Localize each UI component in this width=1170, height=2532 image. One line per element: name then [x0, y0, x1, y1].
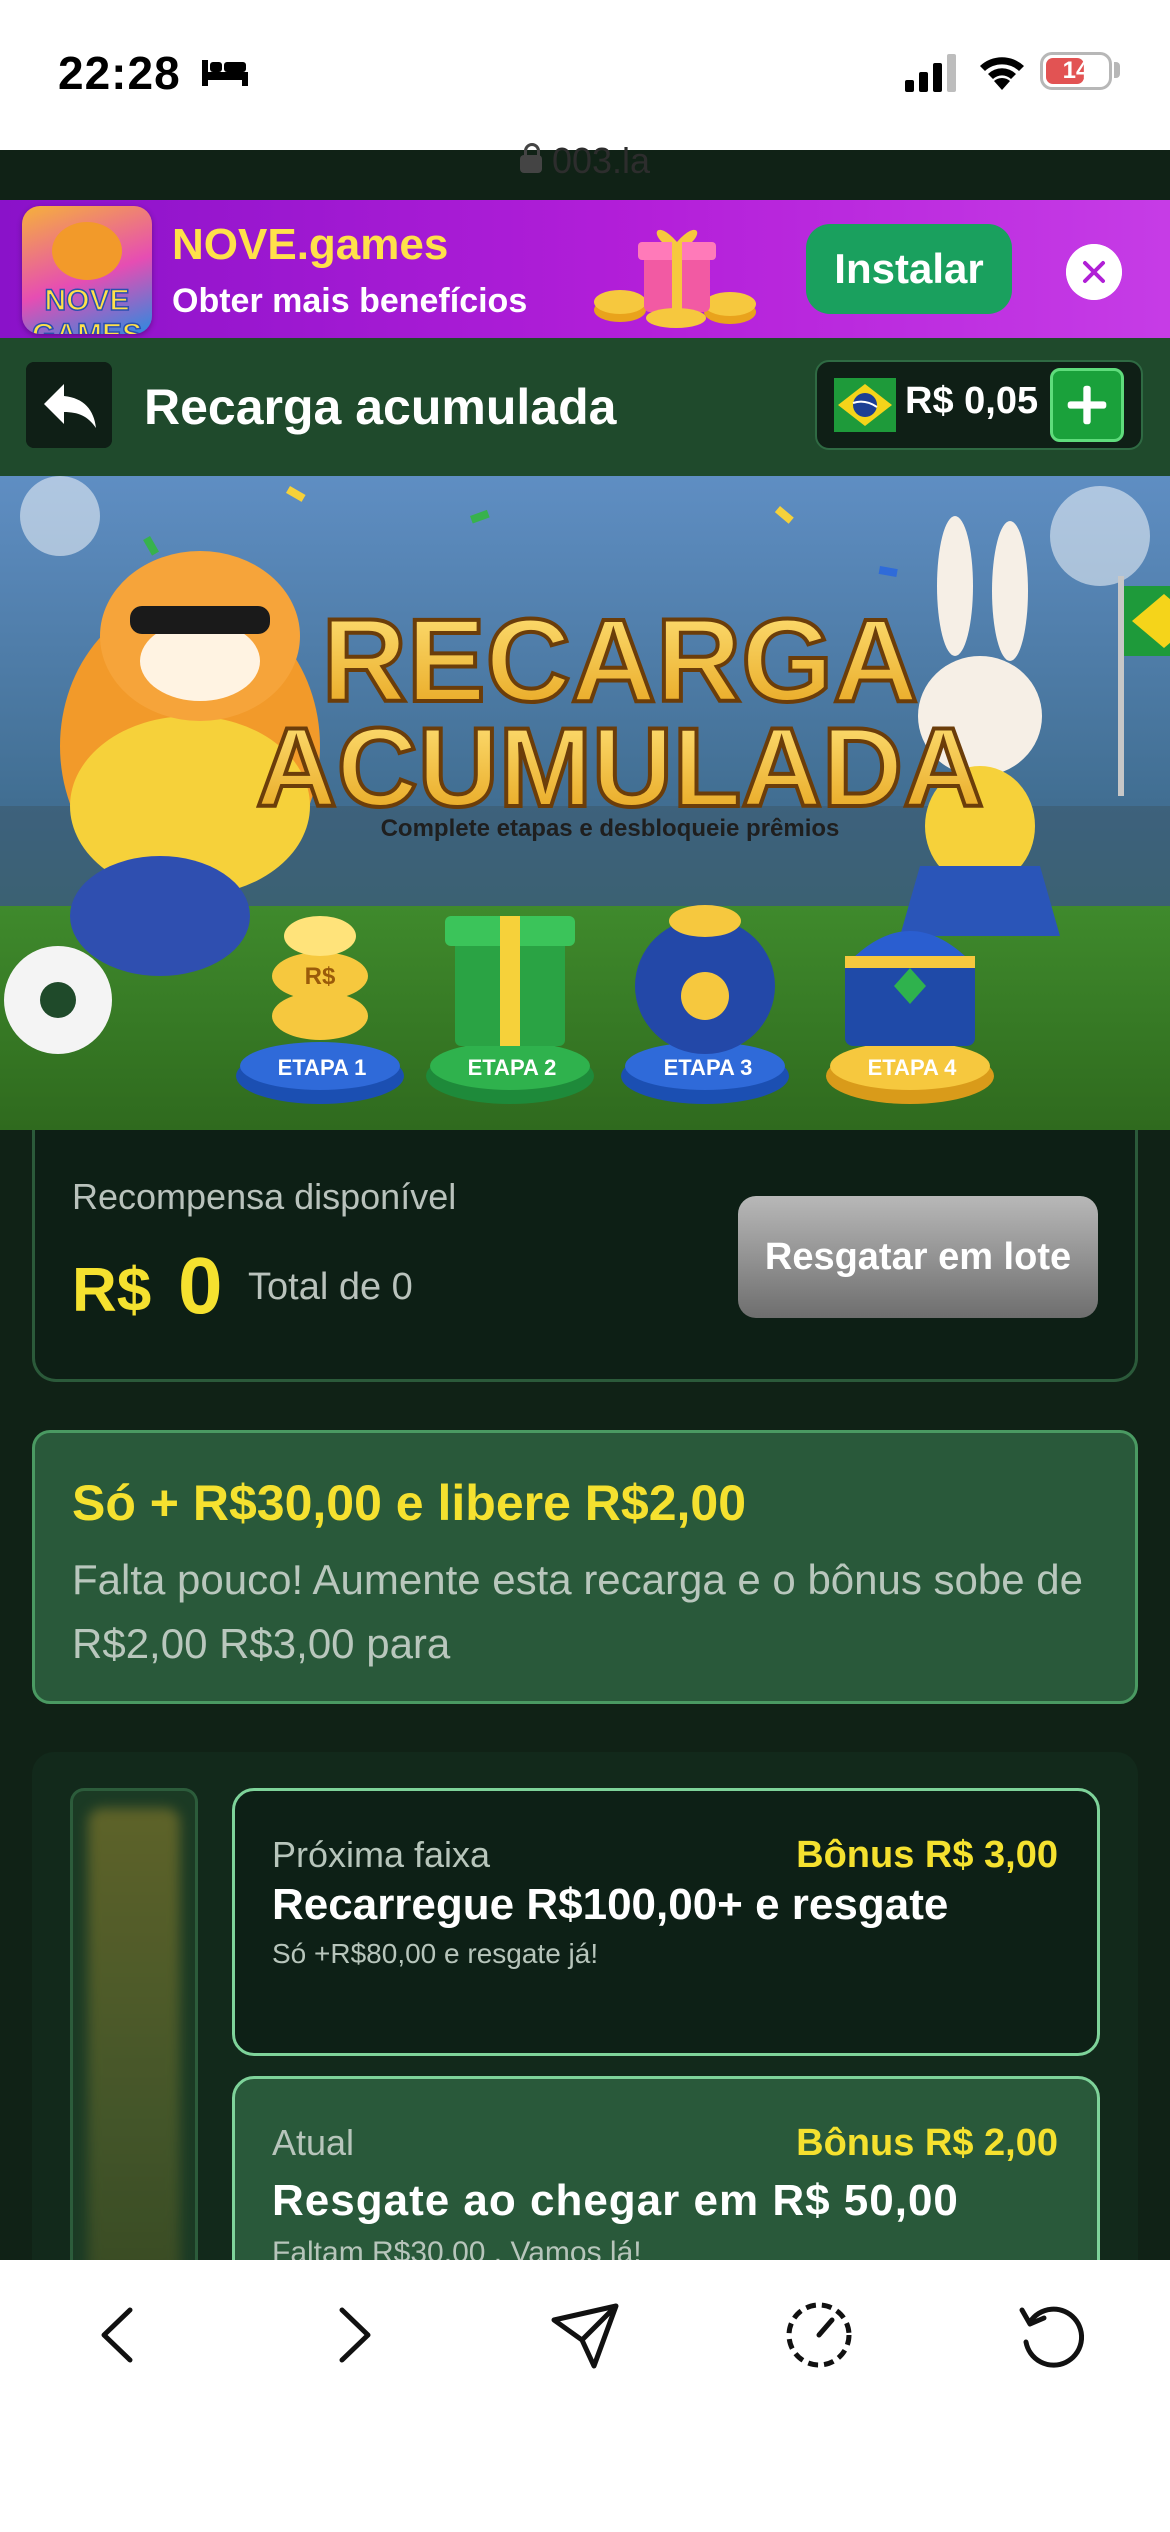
- chevron-left-icon[interactable]: [74, 2290, 164, 2380]
- stage-4-label: ETAPA 4: [868, 1055, 958, 1080]
- tier-title: Resgate ao chegar em R$ 50,00: [272, 2176, 959, 2225]
- promo-subtitle: Falta pouco! Aumente esta recarga e o bô…: [72, 1556, 1084, 1667]
- hero-illustration: RECARGA ACUMULADA Complete etapas e desb…: [0, 476, 1170, 1130]
- back-arrow-icon[interactable]: [26, 362, 112, 448]
- tier-hint: Só +R$80,00 e resgate já!: [272, 1938, 599, 1969]
- promo-title: Só + R$30,00 e libere R$2,00: [72, 1475, 747, 1531]
- reward-amount: 0: [178, 1241, 223, 1330]
- chevron-right-icon[interactable]: [308, 2290, 398, 2380]
- reward-label: Recompensa disponível: [72, 1176, 457, 1217]
- battery-icon: 14: [1040, 52, 1112, 90]
- coin-mark: R$: [305, 963, 336, 990]
- reward-currency: R$: [72, 1256, 152, 1325]
- reward-total: Total de 0: [248, 1266, 413, 1308]
- plus-icon[interactable]: [1050, 368, 1124, 442]
- page-title: Recarga acumulada: [144, 379, 617, 435]
- cellular-signal-icon: [905, 54, 956, 92]
- banner-tagline: Obter mais benefícios: [172, 282, 528, 320]
- battery-level: 14: [1062, 57, 1090, 84]
- hero-subtitle: Complete etapas e desbloqueie prêmios: [381, 815, 840, 842]
- close-icon[interactable]: [1066, 244, 1122, 300]
- stage-3-label: ETAPA 3: [664, 1055, 753, 1080]
- history-icon[interactable]: [774, 2290, 864, 2380]
- balance-amount: R$ 0,05: [905, 380, 1039, 422]
- stage-2-label: ETAPA 2: [468, 1055, 557, 1080]
- app-logo: NOVE GAMES: [22, 206, 152, 334]
- lock-icon: [519, 143, 542, 173]
- app-logo-text: NOVE GAMES: [31, 283, 143, 334]
- hero-banner: RECARGA ACUMULADA Complete etapas e desb…: [0, 476, 1170, 1130]
- send-icon[interactable]: [540, 2290, 630, 2380]
- tier-label: Próxima faixa: [272, 1834, 491, 1875]
- hero-headline-2: ACUMULADA: [256, 705, 984, 830]
- batch-claim-button[interactable]: Resgatar em lote: [738, 1196, 1098, 1318]
- address-bar[interactable]: 003.la: [0, 140, 1170, 200]
- brazil-flag-icon: [834, 378, 896, 432]
- brand-name: NOVE.games: [172, 220, 449, 269]
- install-button[interactable]: Instalar: [806, 224, 1012, 314]
- stage-1-label: ETAPA 1: [278, 1055, 367, 1080]
- tier-bonus: Bônus R$ 2,00: [796, 2122, 1058, 2164]
- tier-title: Recarregue R$100,00+ e resgate: [272, 1880, 949, 1929]
- gift-coins-illustration: [594, 229, 756, 328]
- sleep-mode-icon: [202, 60, 248, 86]
- tier-label: Atual: [272, 2122, 355, 2163]
- tier-bonus: Bônus R$ 3,00: [796, 1834, 1058, 1876]
- wifi-icon: [980, 57, 1024, 90]
- status-time: 22:28: [58, 47, 181, 99]
- url-text: 003.la: [551, 140, 651, 181]
- reload-icon[interactable]: [1006, 2290, 1096, 2380]
- battery-nub: [1114, 62, 1120, 78]
